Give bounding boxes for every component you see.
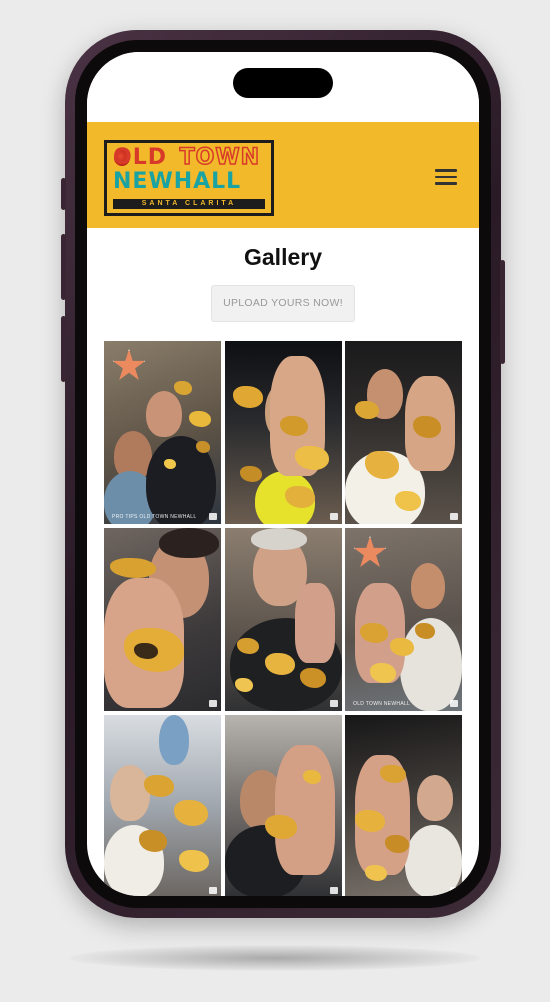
- star-badge-icon: [112, 349, 146, 380]
- gold-nugget: [385, 835, 409, 853]
- gold-nugget: [413, 416, 441, 438]
- status-bar: [87, 52, 479, 122]
- logo-line3: SANTA CLARITA: [113, 199, 265, 209]
- action-button: [61, 178, 66, 210]
- person-photo: [146, 391, 182, 437]
- gallery-tile[interactable]: [104, 715, 221, 896]
- hand-photo: [294, 583, 335, 663]
- gallery-tile[interactable]: PRO TIPS OLD TOWN NEWHALL: [104, 341, 221, 524]
- gold-nugget: [174, 800, 208, 826]
- gold-nugget: [232, 386, 263, 408]
- person-photo: [110, 765, 150, 821]
- gold-nugget: [370, 663, 396, 683]
- gold-nugget: [395, 491, 421, 511]
- hamburger-icon[interactable]: [435, 169, 457, 185]
- gold-nugget: [390, 638, 414, 656]
- photo-gallery: PRO TIPS OLD TOWN NEWHALL OLD TOWN NEWHA…: [104, 341, 462, 896]
- gold-nugget: [355, 401, 379, 419]
- dynamic-island: [233, 68, 333, 98]
- person-photo: [159, 715, 189, 765]
- gold-nugget: [239, 466, 262, 482]
- phone-frame: OLD TOWN NEWHALL SANTA CLARITA Gallery U…: [61, 30, 505, 918]
- gold-nugget: [189, 411, 211, 427]
- logo-text-town: TOWN: [179, 145, 261, 170]
- gold-nugget: [110, 558, 156, 578]
- volume-up-button: [61, 234, 66, 300]
- gallery-tile[interactable]: [224, 528, 342, 711]
- star-badge-icon: [353, 536, 387, 567]
- phone-screen: OLD TOWN NEWHALL SANTA CLARITA Gallery U…: [87, 52, 479, 896]
- main-content: Gallery UPLOAD YOURS NOW!: [87, 228, 479, 322]
- hand-photo: [274, 745, 335, 875]
- gallery-tile[interactable]: [224, 341, 342, 524]
- upload-button[interactable]: UPLOAD YOURS NOW!: [211, 285, 355, 322]
- logo-line2: NEWHALL: [113, 169, 242, 194]
- page-title: Gallery: [244, 244, 322, 270]
- gallery-tile[interactable]: [224, 715, 342, 896]
- thumbs-up-icon[interactable]: [450, 700, 458, 707]
- person-photo: [250, 528, 307, 550]
- person-photo: [159, 528, 219, 558]
- logo-text-old: OLD: [113, 145, 167, 170]
- site-header: OLD TOWN NEWHALL SANTA CLARITA: [87, 122, 479, 228]
- gold-nugget: [365, 865, 387, 881]
- thumbs-up-icon[interactable]: [329, 700, 338, 707]
- logo-line1: OLD TOWN: [113, 145, 261, 170]
- volume-down-button: [61, 316, 66, 382]
- thumbs-up-icon[interactable]: [329, 887, 338, 894]
- gallery-tile[interactable]: [345, 715, 462, 896]
- person-photo: [411, 563, 445, 609]
- gold-nugget: [139, 830, 167, 852]
- gallery-tile[interactable]: [104, 528, 221, 711]
- phone-shadow: [70, 945, 480, 971]
- person-photo: [405, 825, 462, 896]
- tile-caption: PRO TIPS OLD TOWN NEWHALL: [112, 514, 197, 520]
- thumbs-up-icon[interactable]: [209, 700, 217, 707]
- thumbs-up-icon[interactable]: [209, 513, 217, 520]
- gold-nugget: [196, 441, 210, 453]
- gold-nugget: [174, 381, 192, 395]
- gold-nugget: [164, 459, 176, 469]
- thumbs-up-icon[interactable]: [450, 513, 458, 520]
- person-photo: [417, 775, 453, 821]
- gold-nugget: [134, 643, 158, 659]
- gold-nugget: [415, 623, 435, 639]
- thumbs-up-icon[interactable]: [450, 887, 458, 894]
- gold-nugget: [380, 765, 406, 783]
- gallery-tile[interactable]: [345, 341, 462, 524]
- thumbs-up-icon[interactable]: [209, 887, 217, 894]
- tile-caption: OLD TOWN NEWHALL: [353, 701, 411, 707]
- site-logo[interactable]: OLD TOWN NEWHALL SANTA CLARITA: [104, 140, 274, 216]
- gallery-tile[interactable]: OLD TOWN NEWHALL: [345, 528, 462, 711]
- gold-nugget: [179, 850, 209, 872]
- power-button: [500, 260, 505, 364]
- thumbs-up-icon[interactable]: [329, 513, 338, 520]
